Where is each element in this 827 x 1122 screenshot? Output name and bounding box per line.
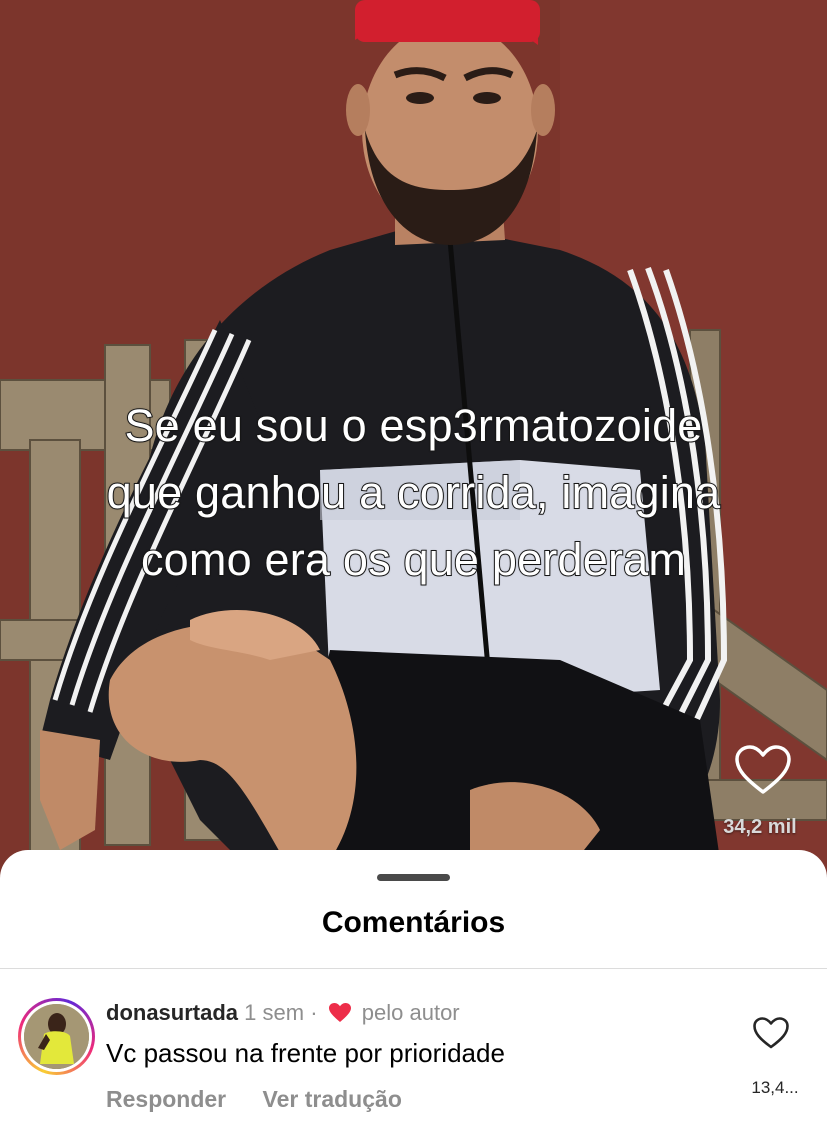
caption-line: Se eu sou o esp3rmatozoide [123, 399, 703, 452]
reply-button[interactable]: Responder [106, 1086, 226, 1112]
heart-filled-icon [328, 1003, 351, 1022]
avatar[interactable] [18, 998, 95, 1075]
divider [0, 968, 827, 969]
heart-outline-icon [735, 745, 791, 794]
comment-time: 1 sem [244, 1000, 305, 1025]
comment-item: donasurtada 1 sem · pelo autor Vc passou… [0, 990, 827, 1120]
comment-like-count: 13,4... [751, 1078, 799, 1097]
comments-sheet: Comentários donasurtada 1 sem · pelo aut… [0, 850, 827, 1122]
video-like-count: 34,2 mil [723, 816, 797, 838]
comment-like-button[interactable] [752, 1016, 790, 1050]
sheet-grabber[interactable] [377, 874, 450, 881]
video-player[interactable]: Se eu sou o esp3rmatozoide que ganhou a … [0, 0, 827, 880]
caption-line: como era os que perderam [140, 533, 687, 586]
sheet-title: Comentários [321, 906, 506, 939]
heart-outline-icon [753, 1017, 789, 1049]
comment-meta: donasurtada 1 sem · pelo autor [106, 1000, 460, 1026]
avatar-image [24, 1004, 89, 1069]
comment-actions: Responder Ver tradução [106, 1086, 432, 1113]
translate-button[interactable]: Ver tradução [263, 1086, 402, 1112]
liked-by-author-label: pelo autor [361, 1000, 460, 1025]
caption-line: que ganhou a corrida, imagina [106, 466, 722, 519]
video-caption: Se eu sou o esp3rmatozoide que ganhou a … [0, 392, 827, 593]
meta-separator: · [310, 1000, 318, 1025]
comment-text: Vc passou na frente por prioridade [106, 1038, 505, 1068]
like-button[interactable] [734, 744, 792, 796]
comment-username[interactable]: donasurtada [106, 1000, 238, 1025]
